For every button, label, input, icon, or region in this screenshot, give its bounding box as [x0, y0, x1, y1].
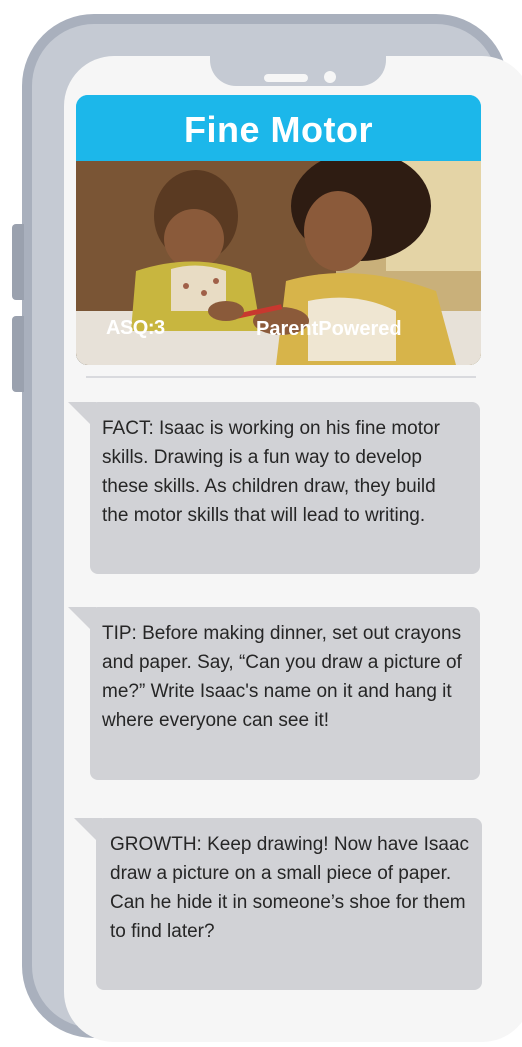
phone-notch	[210, 56, 386, 86]
volume-up-button	[12, 224, 24, 300]
message-bubble-fact: FACT: Isaac is working on his fine motor…	[68, 402, 480, 574]
header-title: Fine Motor	[76, 95, 481, 161]
parentpowered-logo: ParentPowered	[256, 318, 402, 341]
asq-logo-text: ASQ:3	[106, 317, 165, 339]
bubble-tail	[68, 402, 96, 430]
volume-down-button	[12, 316, 24, 392]
message-text-growth: GROWTH: Keep drawing! Now have Isaac dra…	[110, 834, 470, 942]
message-bubble-growth: GROWTH: Keep drawing! Now have Isaac dra…	[74, 818, 482, 990]
message-bubble-tip: TIP: Before making dinner, set out crayo…	[68, 607, 480, 780]
asq-logo: ASQ:3	[106, 317, 165, 340]
header-divider	[86, 376, 476, 378]
parentpowered-logo-text: ParentPowered	[256, 318, 402, 340]
bubble-tail	[68, 607, 96, 635]
speaker-grille	[264, 74, 308, 82]
front-camera	[324, 71, 336, 83]
header-photo: ASQ:3 ParentPowered	[76, 161, 481, 365]
bubble-tail	[74, 818, 102, 846]
header-card: Fine Motor ASQ:3 ParentPowered	[76, 95, 481, 365]
message-text-tip: TIP: Before making dinner, set out crayo…	[102, 623, 462, 731]
message-text-fact: FACT: Isaac is working on his fine motor…	[102, 418, 440, 526]
